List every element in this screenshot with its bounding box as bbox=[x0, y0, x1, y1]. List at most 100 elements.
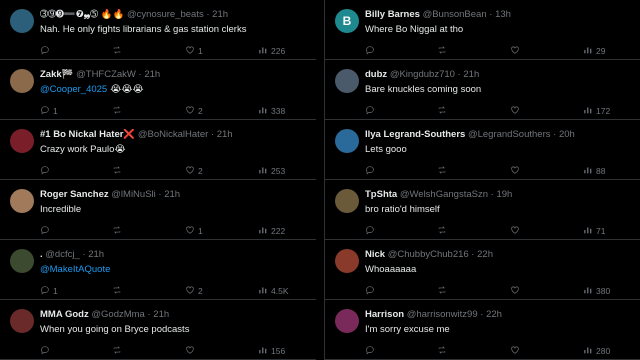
reply-button[interactable] bbox=[365, 225, 378, 237]
repost-button[interactable] bbox=[437, 285, 450, 297]
avatar[interactable] bbox=[10, 189, 34, 213]
like-button[interactable]: 2 bbox=[185, 105, 203, 117]
repost-button[interactable] bbox=[112, 45, 125, 57]
display-name[interactable]: Roger Sanchez bbox=[40, 189, 109, 200]
display-name[interactable]: Harrison bbox=[365, 309, 404, 320]
mention-link[interactable]: @Cooper_4025 bbox=[40, 84, 107, 95]
reply-button[interactable] bbox=[40, 165, 53, 177]
reply-button[interactable] bbox=[365, 45, 378, 57]
views-button[interactable]: 338 bbox=[258, 105, 285, 117]
like-button[interactable]: 1 bbox=[185, 225, 203, 237]
user-handle[interactable]: @BunsonBean bbox=[423, 9, 487, 20]
reply-button[interactable] bbox=[40, 345, 53, 357]
display-name[interactable]: dubz bbox=[365, 69, 387, 80]
reply-tweet[interactable]: ➂➈➒➖❼❠➄ 🔥🔥 @cynosure_beats · 21h Nah. He … bbox=[0, 0, 316, 60]
repost-button[interactable] bbox=[112, 285, 125, 297]
like-button[interactable] bbox=[510, 345, 523, 357]
user-handle[interactable]: @dcfcj_ bbox=[45, 249, 79, 260]
views-button[interactable]: 29 bbox=[583, 45, 605, 57]
like-button[interactable] bbox=[510, 225, 523, 237]
reply-button[interactable] bbox=[40, 45, 53, 57]
user-handle[interactable]: @Kingdubz710 bbox=[390, 69, 455, 80]
reply-button[interactable] bbox=[365, 165, 378, 177]
views-button[interactable]: 172 bbox=[583, 105, 610, 117]
reply-button[interactable] bbox=[365, 285, 378, 297]
avatar[interactable] bbox=[335, 129, 359, 153]
reply-button[interactable] bbox=[365, 345, 378, 357]
reply-tweet[interactable]: B Billy Barnes @BunsonBean · 13h Where Bo … bbox=[325, 0, 640, 60]
timestamp[interactable]: 22h bbox=[486, 309, 502, 320]
timestamp[interactable]: 21h bbox=[463, 69, 479, 80]
reply-button[interactable]: 1 bbox=[40, 105, 58, 117]
repost-button[interactable] bbox=[112, 345, 125, 357]
reply-tweet[interactable]: TpShta @WelshGangstaSzn · 19h bro ratio'd… bbox=[325, 180, 640, 240]
like-button[interactable] bbox=[510, 45, 523, 57]
views-button[interactable]: 380 bbox=[583, 285, 610, 297]
display-name[interactable]: Zakk🏁 bbox=[40, 69, 73, 80]
avatar[interactable] bbox=[10, 69, 34, 93]
timestamp[interactable]: 21h bbox=[217, 129, 233, 140]
reply-button[interactable] bbox=[365, 105, 378, 117]
views-button[interactable]: 226 bbox=[258, 45, 285, 57]
repost-button[interactable] bbox=[437, 345, 450, 357]
avatar[interactable] bbox=[10, 9, 34, 33]
avatar[interactable]: B bbox=[335, 9, 359, 33]
repost-button[interactable] bbox=[112, 165, 125, 177]
like-button[interactable] bbox=[510, 105, 523, 117]
views-button[interactable]: 280 bbox=[583, 345, 610, 357]
reply-tweet[interactable]: dubz @Kingdubz710 · 21h Bare knuckles com… bbox=[325, 60, 640, 120]
display-name[interactable]: #1 Bo Nickal Hater❌ bbox=[40, 129, 135, 140]
user-handle[interactable]: @BoNickalHater bbox=[138, 129, 208, 140]
reply-button[interactable]: 1 bbox=[40, 285, 58, 297]
mention-link[interactable]: @MakeItAQuote bbox=[40, 264, 110, 275]
reply-tweet[interactable]: Zakk🏁 @THFCZakW · 21h @Cooper_4025 😭😭😭 1 2 3… bbox=[0, 60, 316, 120]
timestamp[interactable]: 19h bbox=[496, 189, 512, 200]
repost-button[interactable] bbox=[437, 105, 450, 117]
reply-tweet[interactable]: Ilya Legrand-Southers @LegrandSouthers ·… bbox=[325, 120, 640, 180]
user-handle[interactable]: @lMiNuSli bbox=[111, 189, 155, 200]
user-handle[interactable]: @LegrandSouthers bbox=[468, 129, 551, 140]
like-button[interactable]: 2 bbox=[185, 285, 203, 297]
like-button[interactable] bbox=[510, 285, 523, 297]
display-name[interactable]: ➂➈➒➖❼❠➄ 🔥🔥 bbox=[40, 9, 124, 20]
views-button[interactable]: 253 bbox=[258, 165, 285, 177]
user-handle[interactable]: @harrisonwitz99 bbox=[407, 309, 478, 320]
display-name[interactable]: Billy Barnes bbox=[365, 9, 420, 20]
repost-button[interactable] bbox=[437, 225, 450, 237]
user-handle[interactable]: @WelshGangstaSzn bbox=[400, 189, 488, 200]
reply-tweet[interactable]: MMA Godz @GodzMma · 21h When you going on… bbox=[0, 300, 316, 360]
avatar[interactable] bbox=[335, 189, 359, 213]
timestamp[interactable]: 13h bbox=[495, 9, 511, 20]
views-button[interactable]: 88 bbox=[583, 165, 605, 177]
avatar[interactable] bbox=[335, 309, 359, 333]
repost-button[interactable] bbox=[112, 225, 125, 237]
timestamp[interactable]: 21h bbox=[164, 189, 180, 200]
views-button[interactable]: 222 bbox=[258, 225, 285, 237]
views-button[interactable]: 156 bbox=[258, 345, 285, 357]
timestamp[interactable]: 21h bbox=[212, 9, 228, 20]
like-button[interactable]: 2 bbox=[185, 165, 203, 177]
like-button[interactable]: 1 bbox=[185, 45, 203, 57]
display-name[interactable]: MMA Godz bbox=[40, 309, 89, 320]
timestamp[interactable]: 20h bbox=[559, 129, 575, 140]
reply-tweet[interactable]: Roger Sanchez @lMiNuSli · 21h Incredible 1… bbox=[0, 180, 316, 240]
display-name[interactable]: . bbox=[40, 249, 43, 260]
timestamp[interactable]: 22h bbox=[477, 249, 493, 260]
avatar[interactable] bbox=[10, 249, 34, 273]
like-button[interactable] bbox=[185, 345, 198, 357]
user-handle[interactable]: @GodzMma bbox=[91, 309, 144, 320]
timestamp[interactable]: 21h bbox=[88, 249, 104, 260]
display-name[interactable]: Nick bbox=[365, 249, 385, 260]
like-button[interactable] bbox=[510, 165, 523, 177]
repost-button[interactable] bbox=[437, 45, 450, 57]
timestamp[interactable]: 21h bbox=[144, 69, 160, 80]
views-button[interactable]: 71 bbox=[583, 225, 605, 237]
reply-tweet[interactable]: . @dcfcj_ · 21h @MakeItAQuote 1 2 4.5K bbox=[0, 240, 316, 300]
avatar[interactable] bbox=[10, 129, 34, 153]
avatar[interactable] bbox=[335, 249, 359, 273]
repost-button[interactable] bbox=[112, 105, 125, 117]
reply-tweet[interactable]: Nick @ChubbyChub216 · 22h Whoaaaaaa 380 bbox=[325, 240, 640, 300]
views-button[interactable]: 4.5K bbox=[258, 285, 289, 297]
reply-tweet[interactable]: #1 Bo Nickal Hater❌ @BoNickalHater · 21h… bbox=[0, 120, 316, 180]
repost-button[interactable] bbox=[437, 165, 450, 177]
